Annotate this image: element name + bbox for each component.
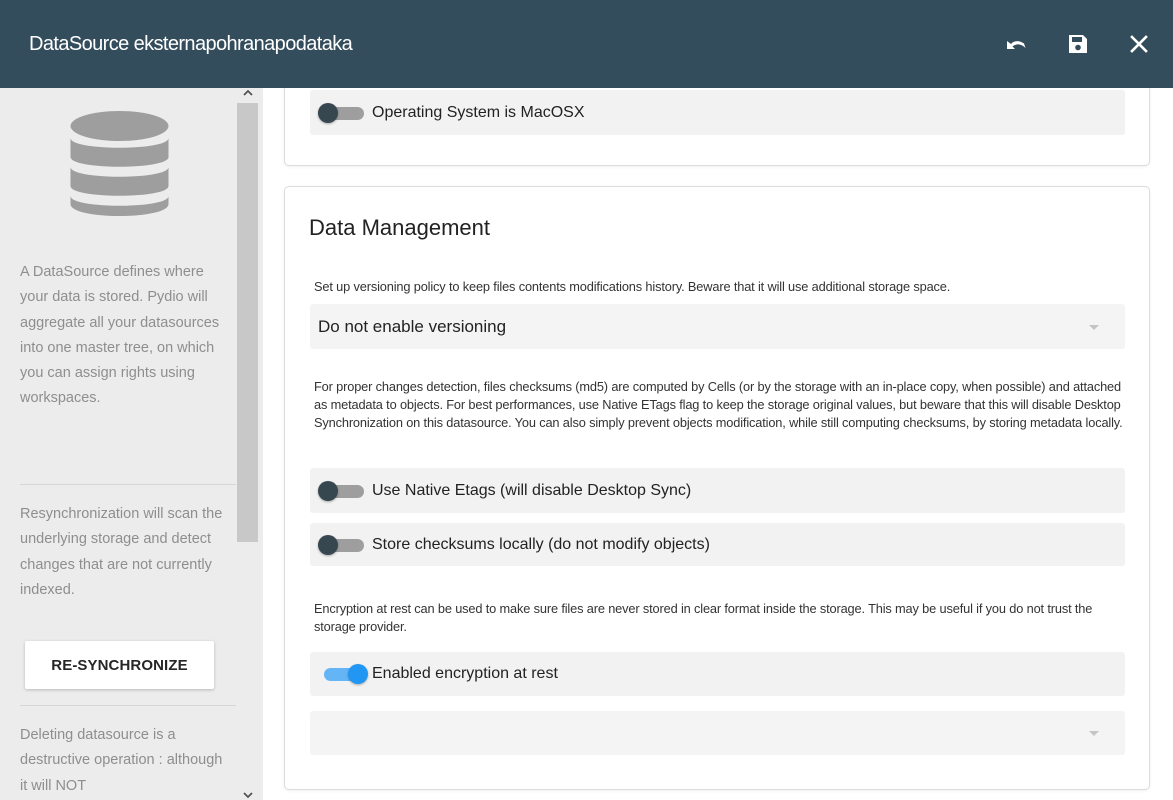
native-etags-toggle[interactable] — [318, 480, 368, 501]
system-card: Operating System is MacOSX — [284, 88, 1150, 166]
sidebar-divider — [20, 705, 236, 706]
store-checksums-toggle[interactable] — [318, 534, 368, 555]
macosx-row[interactable]: Operating System is MacOSX — [310, 90, 1125, 135]
dialog-header: DataSource eksternapohranapodataka — [0, 0, 1173, 88]
macosx-label: Operating System is MacOSX — [372, 103, 585, 121]
versioning-selected-value: Do not enable versioning — [318, 316, 507, 336]
versioning-description: Set up versioning policy to keep files c… — [314, 279, 951, 294]
undo-icon — [1007, 41, 1026, 49]
sidebar-divider — [20, 484, 236, 485]
database-icon — [70, 111, 169, 216]
scroll-up-icon[interactable] — [242, 88, 254, 98]
encryption-row[interactable]: Enabled encryption at rest — [310, 652, 1125, 696]
native-etags-label: Use Native Etags (will disable Desktop S… — [372, 481, 692, 499]
encryption-description: Encryption at rest can be used to make s… — [314, 601, 1093, 634]
dialog-title: DataSource eksternapohranapodataka — [29, 33, 353, 55]
close-icon — [1130, 35, 1148, 53]
info-sidebar: A DataSource defines where your data is … — [0, 88, 263, 800]
macosx-toggle[interactable] — [318, 102, 368, 123]
chevron-down-icon — [1089, 731, 1099, 736]
store-checksums-row[interactable]: Store checksums locally (do not modify o… — [310, 523, 1125, 566]
undo-button[interactable] — [1002, 30, 1030, 58]
close-button[interactable] — [1125, 30, 1153, 58]
versioning-select[interactable]: Do not enable versioning — [310, 304, 1125, 349]
datasource-description: A DataSource defines where your data is … — [20, 264, 220, 407]
main-panel: Operating System is MacOSX Data Manageme… — [263, 88, 1173, 800]
encryption-label: Enabled encryption at rest — [372, 665, 558, 682]
save-button[interactable] — [1064, 30, 1092, 58]
save-icon — [1069, 35, 1087, 53]
resynchronize-button[interactable]: RE-SYNCHRONIZE — [25, 641, 214, 689]
encryption-toggle[interactable] — [318, 664, 368, 684]
section-title: Data Management — [309, 215, 490, 240]
native-etags-row[interactable]: Use Native Etags (will disable Desktop S… — [310, 468, 1125, 513]
checksum-description: For proper changes detection, files chec… — [314, 379, 1123, 430]
store-checksums-label: Store checksums locally (do not modify o… — [372, 535, 710, 553]
delete-description: Deleting datasource is a destructive ope… — [20, 727, 223, 794]
resync-description: Resynchronization will scan the underlyi… — [20, 506, 223, 598]
encryption-key-select[interactable] — [310, 711, 1125, 755]
chevron-down-icon — [1089, 324, 1099, 330]
scroll-down-icon[interactable] — [242, 790, 254, 800]
sidebar-scrollbar-thumb[interactable] — [237, 103, 258, 542]
